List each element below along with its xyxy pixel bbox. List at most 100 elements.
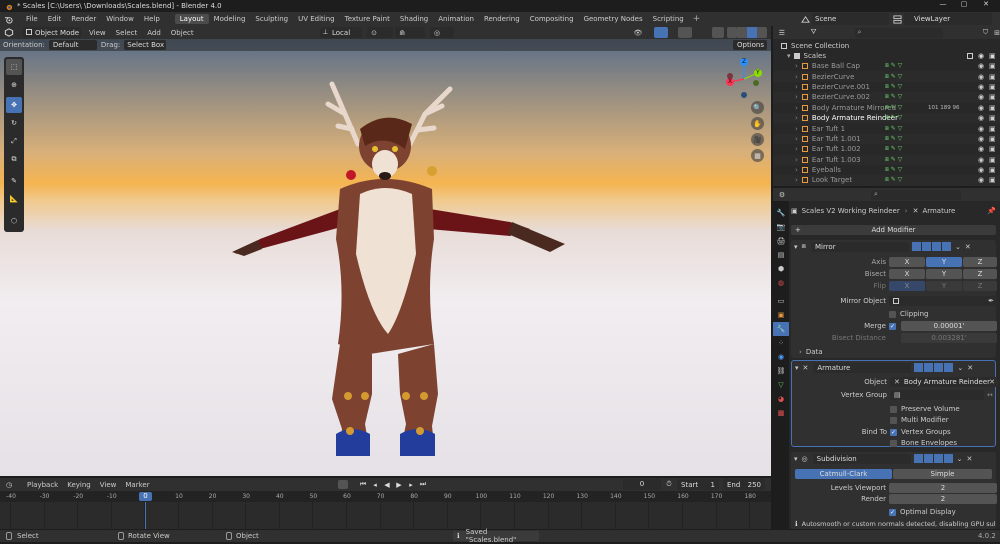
- close-window-button[interactable]: ✕: [978, 0, 994, 12]
- outliner-item[interactable]: › Body Armature Mirrored ⧈ ✎ ▽ ◉ ▣ 101 189 96: [773, 103, 1000, 113]
- clipping-checkbox[interactable]: [889, 310, 896, 318]
- outliner-item[interactable]: › BezierCurve.001 ⧈ ✎ ▽ ◉ ▣: [773, 82, 1000, 92]
- subdivision-dropdown-icon[interactable]: ⌄: [957, 455, 963, 463]
- expand-arrow-icon[interactable]: ›: [795, 114, 798, 122]
- flip-y-toggle[interactable]: Y: [926, 281, 962, 291]
- add-workspace-icon[interactable]: +: [693, 14, 701, 24]
- catmull-clark-toggle[interactable]: Catmull-Clark: [795, 469, 892, 479]
- render-tab-icon[interactable]: 📷: [773, 220, 789, 234]
- tab-layout[interactable]: Layout: [174, 14, 209, 24]
- subdivision-viewport-icon[interactable]: [933, 454, 943, 463]
- visibility-eye-icon[interactable]: ◉: [978, 104, 984, 112]
- render-visibility-icon[interactable]: ▣: [989, 135, 996, 143]
- modifier-indicator-icon[interactable]: ⧈ ✎ ▽: [885, 62, 902, 70]
- navigation-gizmo[interactable]: Z Y X: [722, 57, 766, 101]
- preserve-volume-checkbox[interactable]: [890, 405, 897, 413]
- bisect-z-toggle[interactable]: Z: [963, 269, 997, 279]
- xray-toggle-button[interactable]: [712, 27, 724, 38]
- outliner-item[interactable]: › Ear Tuft 1.003 ⧈ ✎ ▽ ◉ ▣: [773, 154, 1000, 165]
- render-visibility-icon[interactable]: ▣: [989, 176, 996, 184]
- expand-arrow-icon[interactable]: ›: [795, 83, 798, 91]
- subdivision-editmode-icon[interactable]: [913, 454, 923, 463]
- shading-solid-button[interactable]: [737, 27, 747, 38]
- jump-keyframe-forward-icon[interactable]: ▸: [406, 479, 416, 490]
- tab-rendering[interactable]: Rendering: [479, 14, 525, 24]
- saved-report[interactable]: ℹ Saved "Scales.blend": [453, 528, 539, 544]
- mirror-object-field[interactable]: ✒: [889, 296, 997, 306]
- axis-y-toggle[interactable]: Y: [926, 257, 962, 267]
- shading-rendered-button[interactable]: [757, 27, 767, 38]
- perspective-toggle-icon[interactable]: ▦: [751, 149, 764, 162]
- pan-hand-icon[interactable]: ✋: [751, 117, 764, 130]
- vertex-group-field[interactable]: ▤: [890, 390, 984, 400]
- editmode-toggle-icon[interactable]: [911, 242, 921, 251]
- properties-search-input[interactable]: ⌕: [871, 189, 961, 200]
- output-tab-icon[interactable]: 🖨: [773, 234, 789, 248]
- modifier-indicator-icon[interactable]: ⧈ ✎ ▽: [885, 83, 902, 91]
- subdivision-render-icon[interactable]: [943, 454, 953, 463]
- axis-z-toggle[interactable]: Z: [963, 257, 997, 267]
- expand-arrow-icon[interactable]: ›: [795, 73, 798, 81]
- invert-vertex-group-icon[interactable]: ↔: [987, 391, 993, 399]
- clipping-row[interactable]: Clipping: [889, 309, 929, 319]
- gizmo-toggle-button[interactable]: [654, 27, 668, 38]
- editor-type-icon[interactable]: [0, 26, 18, 39]
- render-visibility-icon[interactable]: ▣: [989, 145, 996, 153]
- menu-file[interactable]: File: [26, 15, 38, 23]
- bone-envelopes-row[interactable]: Bone Envelopes: [890, 438, 957, 448]
- outliner-item[interactable]: › Ear Tuft 1.002 ⧈ ✎ ▽ ◉ ▣: [773, 144, 1000, 154]
- visibility-eye-icon[interactable]: ◉: [978, 145, 984, 153]
- modifier-indicator-icon[interactable]: ⧈ ✎ ▽: [885, 166, 902, 174]
- drag-selector[interactable]: Select Box: [124, 40, 167, 50]
- render-visibility-icon[interactable]: ▣: [989, 125, 996, 133]
- collection-tab-icon[interactable]: ▭: [773, 294, 789, 308]
- visibility-eye-icon[interactable]: ◉: [978, 93, 984, 101]
- tool-tab-icon[interactable]: 🔧: [773, 206, 789, 220]
- flip-z-toggle[interactable]: Z: [963, 281, 997, 291]
- play-reverse-icon[interactable]: ◀: [382, 479, 392, 490]
- modifier-indicator-icon[interactable]: ⧈ ✎ ▽: [885, 104, 902, 112]
- object-tab-icon[interactable]: ▣: [773, 308, 789, 322]
- reindeer-character-model[interactable]: [220, 54, 590, 464]
- particles-tab-icon[interactable]: ⁘: [773, 336, 789, 350]
- modifier-indicator-icon[interactable]: ⧈ ✎ ▽: [885, 125, 902, 133]
- multi-modifier-row[interactable]: Multi Modifier: [890, 415, 949, 425]
- scale-tool-icon[interactable]: ⤢: [6, 133, 22, 149]
- subdivision-collapse-icon[interactable]: ▾: [794, 455, 798, 463]
- armature-render-icon[interactable]: [944, 363, 954, 372]
- render-visibility-icon[interactable]: ▣: [989, 156, 996, 164]
- menu-edit[interactable]: Edit: [48, 15, 62, 23]
- armature-close-icon[interactable]: ✕: [967, 364, 973, 372]
- render-visibility-icon[interactable]: ▣: [989, 114, 996, 122]
- outliner-item[interactable]: › Look Target ⧈ ✎ ▽ ◉ ▣: [773, 175, 1000, 186]
- transform-tool-icon[interactable]: ⧉: [6, 151, 22, 167]
- properties-editor-icon[interactable]: ⚙: [773, 188, 791, 201]
- tab-shading[interactable]: Shading: [395, 14, 433, 24]
- armature-editmode-icon[interactable]: [914, 363, 924, 372]
- options-dropdown[interactable]: Options: [733, 40, 767, 50]
- eyedropper-icon[interactable]: ✒: [988, 297, 994, 305]
- add-menu[interactable]: Add: [147, 29, 161, 37]
- modifier-indicator-icon[interactable]: ⧈ ✎ ▽: [885, 114, 902, 122]
- outliner-search-input[interactable]: ⌕: [854, 27, 943, 38]
- overlay-toggle-button[interactable]: [678, 27, 692, 38]
- render-toggle-icon[interactable]: [941, 242, 951, 251]
- select-menu[interactable]: Select: [116, 29, 138, 37]
- camera-view-icon[interactable]: 🎥: [751, 133, 764, 146]
- jump-keyframe-back-icon[interactable]: ◂: [370, 479, 380, 490]
- outliner-editor-icon[interactable]: ☰: [773, 26, 791, 39]
- render-visibility-icon[interactable]: ▣: [989, 62, 996, 70]
- visibility-eye-icon[interactable]: ◉: [978, 114, 984, 122]
- rotate-tool-icon[interactable]: ↻: [6, 115, 22, 131]
- cursor-tool-icon[interactable]: ⊕: [6, 77, 22, 93]
- armature-cage-icon[interactable]: [924, 363, 934, 372]
- playback-menu[interactable]: Playback: [27, 481, 58, 489]
- modifier-indicator-icon[interactable]: ⧈ ✎ ▽: [885, 176, 902, 184]
- render-visibility-icon[interactable]: ▣: [989, 104, 996, 112]
- outliner-item[interactable]: › Body Armature Reindeer ⧈ ✎ ▽ ◉ ▣: [773, 112, 1000, 124]
- annotate-tool-icon[interactable]: ✎: [6, 173, 22, 189]
- texture-tab-icon[interactable]: ▩: [773, 406, 789, 420]
- armature-header[interactable]: ▾ ✕ Armature ⌄ ✕: [792, 361, 995, 374]
- expand-arrow-icon[interactable]: ›: [795, 125, 798, 133]
- zoom-icon[interactable]: 🔍: [751, 101, 764, 114]
